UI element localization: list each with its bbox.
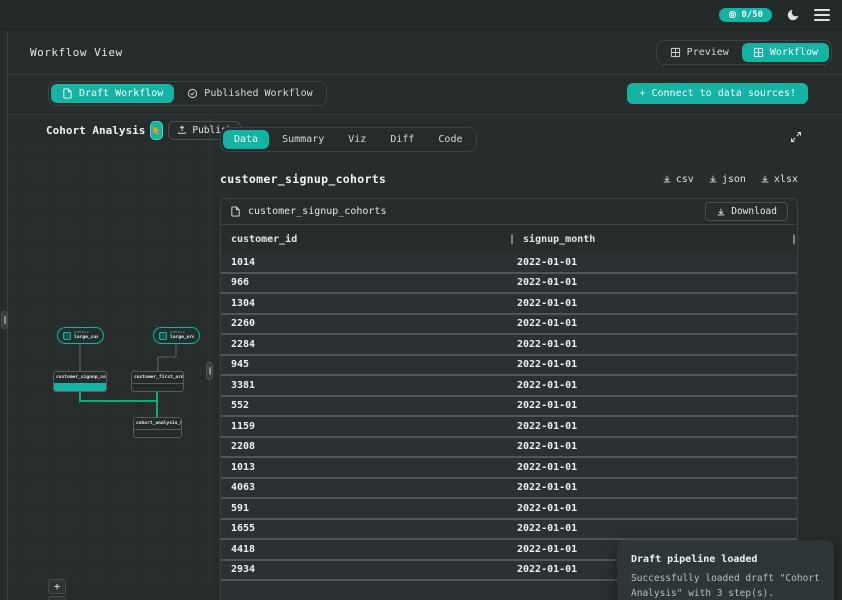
check-circle-icon xyxy=(187,88,198,99)
view-header: Workflow View Preview xyxy=(8,30,842,75)
table-row[interactable]: 11592022-01-01 xyxy=(221,417,797,438)
table-row[interactable]: 40632022-01-01 xyxy=(221,479,797,500)
table-row[interactable]: 5912022-01-01 xyxy=(221,499,797,520)
download-icon xyxy=(662,174,672,184)
table-row[interactable]: 10142022-01-01 xyxy=(221,253,797,274)
table-card-header: customer_signup_cohorts Download xyxy=(221,199,797,225)
column-separator[interactable]: | xyxy=(791,234,797,245)
moon-icon xyxy=(786,8,800,22)
inspector-tabs-row: Data Summary Viz Diff Code xyxy=(220,127,798,152)
dataset-title: customer_signup_cohorts xyxy=(220,172,386,186)
toast-title: Draft pipeline loaded xyxy=(631,554,820,565)
table-row[interactable]: 33812022-01-01 xyxy=(221,376,797,397)
zoom-in-button[interactable]: + xyxy=(48,579,66,594)
node-cohort-analysis-base[interactable]: cohort_analysis_base xyxy=(133,417,182,438)
hamburger-icon xyxy=(814,9,830,21)
credits-badge[interactable]: 0/50 xyxy=(719,8,772,22)
pointer-mode-button[interactable] xyxy=(150,121,163,140)
table-card-title: customer_signup_cohorts xyxy=(248,206,698,217)
dataset-row: customer_signup_cohorts csv xyxy=(220,172,798,186)
node-customer-signup-cohorts[interactable]: customer_signup_cohorts xyxy=(53,371,107,392)
main-area: Workflow View Preview xyxy=(0,30,842,600)
tab-summary[interactable]: Summary xyxy=(271,130,335,149)
toast-body: Successfully loaded draft "Cohort Analys… xyxy=(631,572,820,600)
table-row[interactable]: 10132022-01-01 xyxy=(221,458,797,479)
grid-icon xyxy=(670,47,681,58)
tab-viz[interactable]: Viz xyxy=(337,130,377,149)
table-row[interactable]: 22602022-01-01 xyxy=(221,315,797,336)
preview-button[interactable]: Preview xyxy=(659,43,740,62)
document-icon xyxy=(230,206,241,217)
source-icon xyxy=(159,332,167,340)
table-row[interactable]: 13042022-01-01 xyxy=(221,294,797,315)
column-header-signup-month[interactable]: signup_month xyxy=(515,234,791,245)
workflow-button[interactable]: Workflow xyxy=(742,43,829,62)
pipeline-panel: Cohort Analysis xyxy=(8,115,210,585)
workflow-toolbar: Draft Workflow Published Workflow + Conn… xyxy=(8,75,842,115)
toast[interactable]: Draft pipeline loaded Successfully loade… xyxy=(617,540,834,600)
node-large-orders[interactable]: SOURCE large_orders xyxy=(153,327,200,344)
download-icon xyxy=(708,174,718,184)
table-row[interactable]: 22082022-01-01 xyxy=(221,438,797,459)
file-icon xyxy=(62,88,73,99)
tab-data[interactable]: Data xyxy=(223,130,269,149)
app-window: 0/50 Workflow View xyxy=(0,0,842,600)
draft-workflow-tab[interactable]: Draft Workflow xyxy=(51,84,174,103)
panel-resize-handle-left[interactable] xyxy=(1,311,8,329)
tab-diff[interactable]: Diff xyxy=(379,130,425,149)
cursor-icon xyxy=(151,125,162,136)
export-csv-button[interactable]: csv xyxy=(662,174,694,185)
inspector-panel: Data Summary Viz Diff Code cust xyxy=(210,115,842,585)
published-workflow-tab[interactable]: Published Workflow xyxy=(176,84,323,103)
expand-icon xyxy=(790,131,802,143)
node-large-customers[interactable]: SOURCE large_customers xyxy=(57,327,104,344)
pipeline-header: Cohort Analysis xyxy=(8,115,209,145)
download-button[interactable]: Download xyxy=(705,202,788,221)
inspector-tabs: Data Summary Viz Diff Code xyxy=(220,127,477,152)
table-row[interactable]: 5522022-01-01 xyxy=(221,397,797,418)
download-icon xyxy=(760,174,770,184)
table-row[interactable]: 16552022-01-01 xyxy=(221,520,797,541)
zoom-controls: + − ⊡ xyxy=(48,579,66,600)
pipeline-canvas[interactable]: SOURCE large_customers SOURCE large_orde… xyxy=(8,145,208,585)
table-row[interactable]: 9452022-01-01 xyxy=(221,356,797,377)
credits-count: 0/50 xyxy=(741,10,763,20)
content-row: Cohort Analysis xyxy=(8,115,842,585)
column-header-customer-id[interactable]: customer_id xyxy=(221,234,509,245)
page-title: Workflow View xyxy=(30,46,123,59)
export-xlsx-button[interactable]: xlsx xyxy=(760,174,798,185)
plus-icon: + xyxy=(639,88,645,99)
source-icon xyxy=(63,332,71,340)
maximize-button[interactable] xyxy=(790,131,802,143)
theme-toggle-button[interactable] xyxy=(786,8,800,22)
credits-icon xyxy=(728,10,737,19)
zoom-out-button[interactable]: − xyxy=(48,596,66,600)
table-header: customer_id | signup_month | xyxy=(221,225,797,253)
upload-icon xyxy=(177,125,187,135)
tab-code[interactable]: Code xyxy=(427,130,473,149)
view-mode-switch: Preview Workflow xyxy=(656,40,832,65)
pipeline-title: Cohort Analysis xyxy=(46,124,145,137)
draft-published-switch: Draft Workflow Published Workflow xyxy=(48,81,327,106)
export-buttons: csv json xyxy=(662,174,798,185)
topbar: 0/50 xyxy=(0,0,842,30)
connect-data-sources-button[interactable]: + Connect to data sources! xyxy=(627,83,808,104)
table-row[interactable]: 22842022-01-01 xyxy=(221,335,797,356)
download-icon xyxy=(716,207,726,217)
edges-svg xyxy=(8,145,208,585)
node-customer-first-order[interactable]: customer_first_order xyxy=(131,371,184,392)
panel-resize-handle-middle[interactable] xyxy=(206,362,213,380)
table-row[interactable]: 9662022-01-01 xyxy=(221,274,797,295)
grid-icon xyxy=(753,47,764,58)
menu-button[interactable] xyxy=(814,9,830,21)
export-json-button[interactable]: json xyxy=(708,174,746,185)
